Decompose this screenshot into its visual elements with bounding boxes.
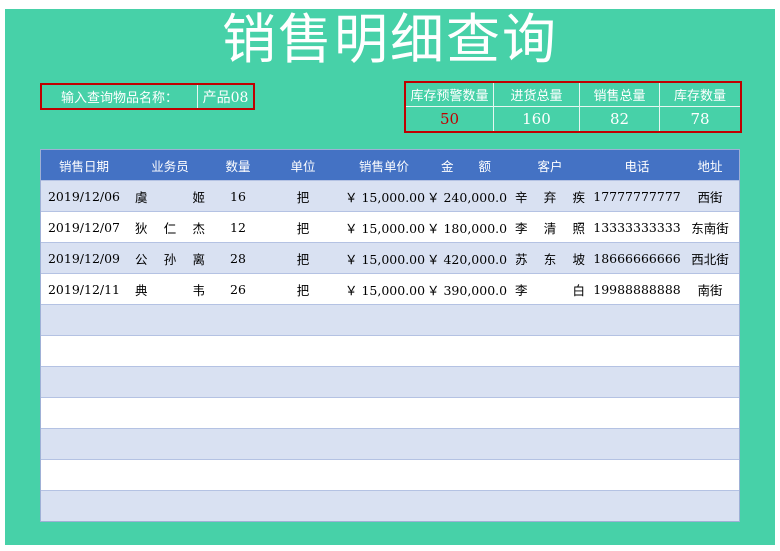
cell-address: 东南街: [691, 220, 729, 236]
table-row: 2019/12/07 狄仁杰 12 把 ￥ 15,000.00 ￥ 180,000.00 李…: [41, 211, 739, 242]
stat-header-sold: 销售总量: [580, 83, 660, 107]
empty-table-row: [41, 459, 739, 490]
cell-rep: 狄仁杰: [127, 218, 213, 237]
cell-customer-char: 东: [543, 251, 557, 267]
cell-amount: ￥ 180,000.00: [427, 220, 507, 236]
query-input[interactable]: 产品08: [198, 85, 253, 108]
cell-phone: 17777777777: [593, 188, 681, 204]
cell-rep-char: 孙: [163, 251, 177, 267]
cell-customer: 苏东坡: [507, 249, 593, 268]
cell-customer-char: 弃: [543, 189, 557, 205]
cell-rep-char: 狄: [135, 220, 148, 236]
column-header-qty: 数量: [225, 158, 251, 174]
stat-value-stock: 78: [690, 110, 710, 128]
cell-customer-char: 李: [515, 220, 528, 236]
stat-value-sold: 82: [580, 107, 660, 131]
cell-price: ￥ 15,000.00: [345, 282, 425, 298]
spreadsheet-canvas: 销售明细查询 输入查询物品名称： 产品08 库存预警数量 进货总量 销售总量 库…: [0, 0, 780, 551]
cell-phone: 13333333333: [593, 219, 681, 235]
cell-rep-char: 杰: [192, 220, 205, 236]
table-row: 2019/12/11 典韦 26 把 ￥ 15,000.00 ￥ 390,000.00 李白…: [41, 273, 739, 304]
cell-address: 南街: [697, 282, 723, 298]
cell-qty: 12: [230, 219, 246, 235]
page-title: 销售明细查询: [222, 8, 558, 71]
column-header-unit: 单位: [290, 158, 316, 174]
column-header-amount: 金 额: [440, 158, 491, 174]
cell-qty: 28: [230, 250, 246, 266]
column-header-date: 销售日期: [58, 158, 109, 174]
empty-table-row: [41, 304, 739, 335]
cell-rep: 公孙离: [127, 249, 213, 268]
cell-rep: 虞姬: [127, 187, 213, 206]
cell-unit: 把: [296, 220, 310, 236]
cell-rep-char: 离: [192, 251, 205, 267]
cell-customer-char: 李: [515, 282, 528, 298]
cell-customer: 辛弃疾: [507, 187, 593, 206]
query-box: 输入查询物品名称： 产品08: [40, 83, 255, 110]
query-label: 输入查询物品名称：: [42, 85, 198, 108]
cell-customer-char: 辛: [515, 189, 528, 205]
cell-amount: ￥ 390,000.00: [427, 282, 507, 298]
cell-rep-char: 典: [135, 282, 148, 298]
inventory-summary: 库存预警数量 进货总量 销售总量 库存数量 50 160 82 78: [404, 81, 742, 133]
table-row: 2019/12/06 虞姬 16 把 ￥ 15,000.00 ￥ 240,000.00 辛弃…: [41, 180, 739, 211]
cell-customer-char: 坡: [572, 251, 585, 267]
empty-table-row: [41, 335, 739, 366]
table-row: 2019/12/09 公孙离 28 把 ￥ 15,000.00 ￥ 420,000.00 苏…: [41, 242, 739, 273]
cell-date: 2019/12/06: [47, 188, 121, 204]
stat-header-purchased: 进货总量: [494, 83, 580, 107]
cell-rep-char: 虞: [135, 189, 148, 205]
cell-customer-char: 苏: [515, 251, 528, 267]
stat-value-warning: 50: [406, 107, 494, 131]
cell-rep: 典韦: [127, 280, 213, 299]
sales-detail-table: 销售日期 业务员 数量 单位 销售单价 金 额 客户 电话 地址 2019/12…: [40, 149, 740, 522]
cell-customer-char: 白: [572, 282, 585, 298]
cell-price: ￥ 15,000.00: [345, 220, 425, 236]
column-header-price: 销售单价: [358, 158, 409, 174]
cell-amount: ￥ 240,000.00: [427, 189, 507, 205]
cell-date: 2019/12/07: [47, 219, 121, 235]
cell-phone: 19988888888: [593, 281, 681, 297]
column-header-phone: 电话: [624, 158, 650, 174]
cell-rep-char: 仁: [163, 220, 177, 236]
empty-table-row: [41, 366, 739, 397]
cell-address: 西街: [697, 189, 723, 205]
cell-price: ￥ 15,000.00: [345, 189, 425, 205]
stat-header-stock: 库存数量: [660, 83, 740, 107]
cell-customer-char: 照: [572, 220, 585, 236]
cell-customer: 李清照: [507, 218, 593, 237]
column-header-rep: 业务员: [151, 158, 189, 174]
empty-table-row: [41, 490, 739, 521]
cell-phone: 18666666666: [593, 250, 681, 266]
cell-rep-char: 韦: [192, 282, 205, 298]
cell-price: ￥ 15,000.00: [345, 251, 425, 267]
cell-customer-char: 清: [543, 220, 557, 236]
cell-qty: 16: [230, 188, 246, 204]
cell-unit: 把: [296, 251, 310, 267]
empty-table-row: [41, 397, 739, 428]
cell-date: 2019/12/11: [47, 281, 121, 297]
cell-amount: ￥ 420,000.00: [427, 251, 507, 267]
stat-value-purchased: 160: [494, 107, 580, 131]
cell-unit: 把: [296, 189, 310, 205]
cell-date: 2019/12/09: [47, 250, 121, 266]
column-header-customer: 客户: [537, 158, 563, 174]
cell-customer: 李白: [507, 280, 593, 299]
cell-rep-char: 姬: [192, 189, 205, 205]
cell-qty: 26: [230, 281, 246, 297]
column-header-address: 地址: [697, 158, 723, 174]
empty-table-row: [41, 428, 739, 459]
cell-unit: 把: [296, 282, 310, 298]
table-header-row: 销售日期 业务员 数量 单位 销售单价 金 额 客户 电话 地址: [41, 150, 739, 180]
stat-header-warning: 库存预警数量: [406, 83, 494, 107]
cell-address: 西北街: [691, 251, 729, 267]
cell-customer-char: 疾: [572, 189, 585, 205]
cell-rep-char: 公: [135, 251, 148, 267]
